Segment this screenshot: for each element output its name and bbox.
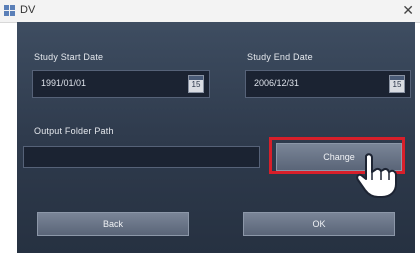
study-start-value: 1991/01/01 bbox=[41, 78, 87, 88]
study-end-field[interactable]: 2006/12/31 15 bbox=[245, 70, 411, 98]
calendar-icon[interactable]: 15 bbox=[389, 75, 405, 93]
calendar-icon[interactable]: 15 bbox=[188, 75, 204, 93]
dialog-window: DV ✕ Study Start Date 1991/01/01 15 Stud… bbox=[0, 0, 420, 253]
output-folder-label: Output Folder Path bbox=[34, 126, 114, 136]
back-button[interactable]: Back bbox=[37, 212, 189, 236]
study-end-label: Study End Date bbox=[247, 52, 313, 62]
app-icon bbox=[4, 5, 16, 17]
window-title: DV bbox=[20, 4, 36, 16]
ok-button[interactable]: OK bbox=[243, 212, 395, 236]
close-icon[interactable]: ✕ bbox=[402, 2, 414, 19]
study-start-label: Study Start Date bbox=[34, 52, 104, 62]
output-folder-input[interactable] bbox=[23, 146, 260, 168]
pointing-hand-icon bbox=[356, 153, 397, 198]
study-end-value: 2006/12/31 bbox=[254, 78, 300, 88]
study-start-field[interactable]: 1991/01/01 15 bbox=[32, 70, 210, 98]
title-bar: DV ✕ bbox=[0, 0, 420, 23]
